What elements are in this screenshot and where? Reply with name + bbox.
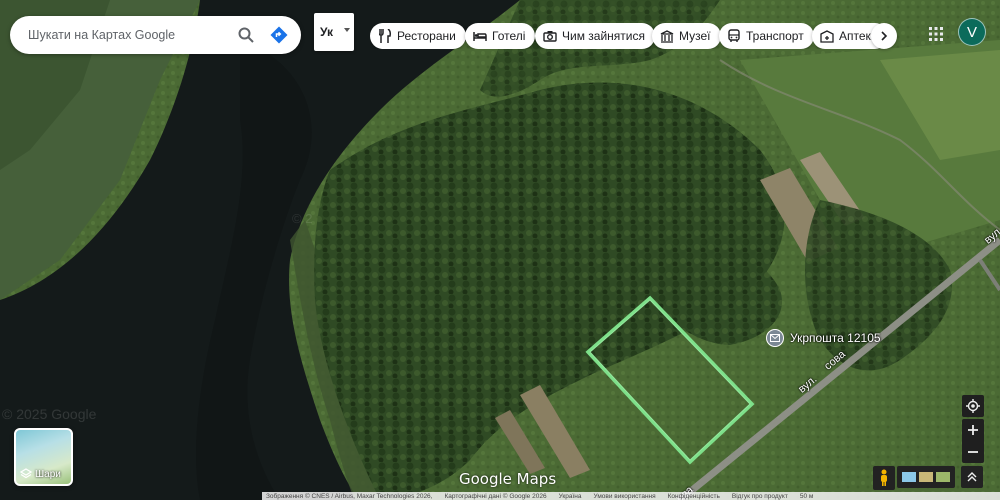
satellite-imagery [0, 0, 1000, 500]
directions-icon[interactable] [261, 20, 297, 50]
layers-label: Шари [35, 468, 61, 480]
feedback-link[interactable]: Відгук про продукт [732, 493, 788, 500]
chip-transport[interactable]: Транспорт [719, 23, 814, 49]
museum-icon [660, 29, 674, 43]
pegman-icon [881, 469, 887, 486]
map-data-credit: Картографічні дані © Google 2026 [444, 492, 547, 500]
apps-grid-icon [929, 27, 943, 41]
search-input[interactable]: Шукати на Картах Google [28, 28, 231, 42]
apps-grid-button[interactable] [926, 24, 946, 44]
poi-ukrposhta[interactable]: Укрпошта 12105 [766, 329, 881, 347]
map-watermark-2: © 2 [292, 211, 313, 226]
country-link[interactable]: Україна [559, 493, 582, 500]
search-icon[interactable] [231, 20, 261, 50]
map-thumb-icon [901, 472, 916, 482]
terrain-thumb-icon [918, 472, 933, 482]
scale-bar[interactable]: 50 м [800, 493, 814, 500]
map-watermark: © 2025 Google [2, 406, 97, 422]
language-select[interactable]: Ук [314, 13, 354, 51]
chevron-right-icon [881, 31, 888, 41]
mail-icon [766, 329, 784, 347]
layers-icon [20, 468, 32, 479]
chip-things-to-do[interactable]: Чим зайнятися [535, 23, 655, 49]
bus-icon [727, 29, 741, 43]
satellite-thumb-icon [936, 472, 951, 482]
terms-link[interactable]: Умови використання [594, 493, 656, 500]
chevron-down-icon [344, 28, 350, 32]
minus-icon [968, 451, 978, 453]
language-value: Ук [320, 25, 334, 39]
street-view-pegman[interactable] [873, 466, 895, 490]
satellite-map[interactable] [0, 0, 1000, 500]
google-maps-logo: Google Maps [459, 470, 557, 488]
privacy-link[interactable]: Конфіденційність [668, 493, 720, 500]
my-location-button[interactable] [962, 395, 984, 417]
zoom-out-button[interactable] [962, 441, 984, 463]
expand-button[interactable] [961, 466, 983, 488]
attribution-footer: Зображення © CNES / Airbus, Maxar Techno… [262, 492, 1000, 500]
pharmacy-icon [820, 29, 834, 43]
chip-restaurants[interactable]: Ресторани [370, 23, 466, 49]
chip-hotels[interactable]: Готелі [465, 23, 536, 49]
chips-next-button[interactable] [871, 23, 897, 49]
search-box[interactable]: Шукати на Картах Google [10, 16, 301, 54]
imagery-credit: Зображення © CNES / Airbus, Maxar Techno… [266, 492, 433, 500]
plus-icon [968, 425, 978, 435]
chip-museums[interactable]: Музеї [652, 23, 721, 49]
crosshair-icon [966, 399, 980, 413]
fork-knife-icon [378, 29, 392, 43]
chevron-up-icon [967, 472, 977, 482]
layers-button[interactable]: Шари [14, 428, 73, 486]
poi-label: Укрпошта 12105 [790, 331, 881, 345]
category-chips: Ресторани Готелі Чим зайнятися Музеї Тра… [370, 23, 894, 49]
camera-icon [543, 29, 557, 43]
account-avatar[interactable]: V [958, 18, 986, 46]
zoom-in-button[interactable] [962, 419, 984, 441]
imagery-layers-strip[interactable] [897, 466, 955, 488]
bed-icon [473, 29, 487, 43]
